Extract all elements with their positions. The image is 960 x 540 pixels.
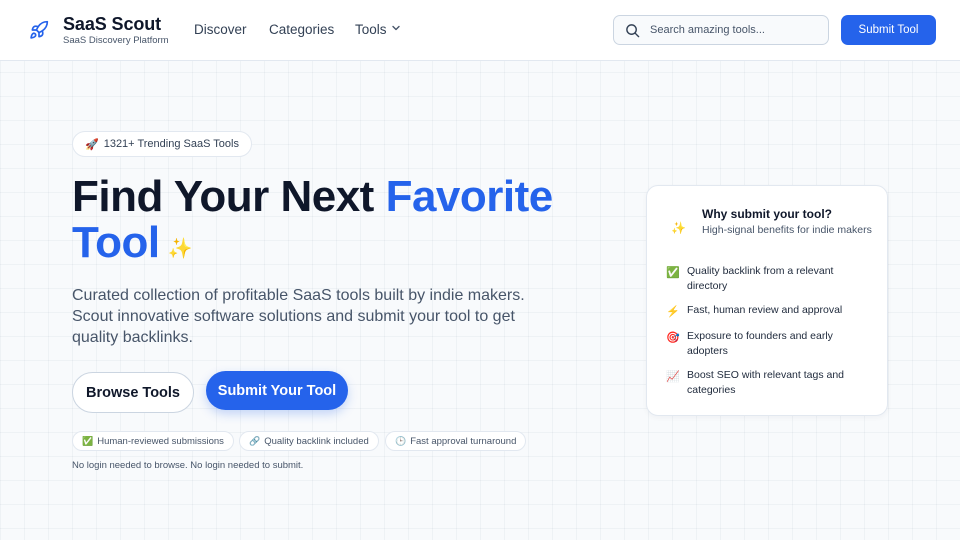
login-footnote: No login needed to browse. No login need… [72,460,304,471]
trending-badge-label: 1321+ Trending SaaS Tools [103,138,239,150]
nav-tools-dropdown[interactable]: Tools [355,22,401,37]
chevron-down-icon [391,25,400,31]
target-icon: 🎯 [666,332,680,344]
brand-name[interactable]: SaaS Scout [63,14,161,35]
hero-title: Find Your Next Favorite Tool ✨ [72,174,632,272]
sparkles-icon: ✨ [167,238,193,260]
check-mark-icon: ✅ [666,267,680,279]
rocket-icon[interactable] [29,20,49,40]
hero-title-main: Find Your Next [72,172,386,221]
trending-badge: 🚀 1321+ Trending SaaS Tools [72,131,252,157]
chart-increasing-icon: 📈 [666,371,680,383]
chip-human-reviewed: ✅ Human-reviewed submissions [72,431,234,451]
browse-tools-button[interactable]: Browse Tools [72,372,194,413]
search-box[interactable] [613,15,829,45]
submit-tool-button[interactable]: Submit Tool [841,15,936,45]
brand-tagline: SaaS Discovery Platform [63,35,169,46]
chip-backlink: 🔗 Quality backlink included [239,431,379,451]
benefit-item: Boost SEO with relevant tags and categor… [687,369,845,396]
nav-discover[interactable]: Discover [194,22,247,37]
search-icon [626,24,640,38]
why-submit-card: ✨ Why submit your tool? High-signal bene… [646,185,888,416]
card-title: Why submit your tool? [702,207,832,221]
submit-your-tool-button[interactable]: Submit Your Tool [206,371,348,410]
benefit-item: Exposure to founders and early adopters [687,330,833,357]
chip-label: Human-reviewed submissions [97,435,224,447]
rocket-emoji-icon: 🚀 [85,138,99,151]
search-input[interactable] [650,17,825,43]
check-mark-icon: ✅ [82,435,94,446]
chip-fast-approval: 🕒 Fast approval turnaround [385,431,527,451]
nav-tools-label: Tools [355,22,387,37]
nav-categories[interactable]: Categories [269,22,334,37]
sparkles-icon: ✨ [671,221,686,235]
hero-description: Curated collection of profitable SaaS to… [72,287,525,346]
chip-label: Quality backlink included [264,435,369,447]
card-subtitle: High-signal benefits for indie makers [702,224,872,236]
benefit-item: Fast, human review and approval [687,304,843,316]
lightning-icon: ⚡ [666,306,680,318]
site-header: SaaS Scout SaaS Discovery Platform Disco… [0,0,960,61]
link-icon: 🔗 [249,435,261,446]
clock-icon: 🕒 [395,435,407,446]
chip-label: Fast approval turnaround [410,435,517,447]
benefit-item: Quality backlink from a relevant directo… [687,265,834,292]
